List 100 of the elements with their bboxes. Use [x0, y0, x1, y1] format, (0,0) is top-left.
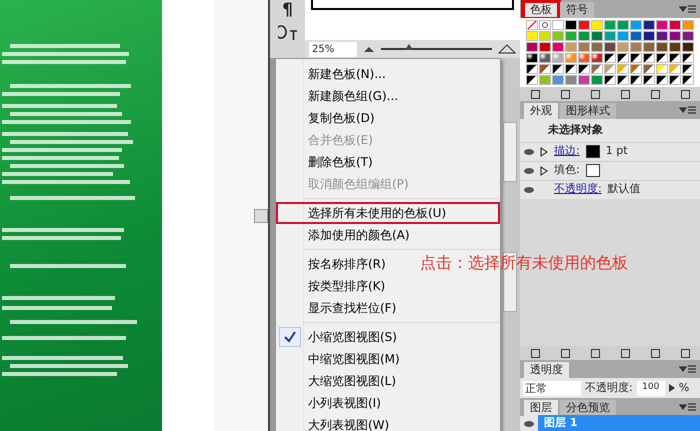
menu-item[interactable]: 大缩览图视图(L)	[308, 372, 396, 390]
color-swatch[interactable]	[539, 64, 551, 74]
color-swatch[interactable]	[617, 42, 629, 52]
color-swatch[interactable]	[682, 64, 694, 74]
color-swatch[interactable]	[539, 20, 551, 30]
color-swatch[interactable]	[578, 53, 590, 63]
color-swatch[interactable]	[656, 75, 668, 85]
zoom-out-icon[interactable]	[363, 45, 375, 53]
stepper-arrow-icon[interactable]	[668, 384, 675, 392]
panel-menu-icon[interactable]	[679, 4, 697, 14]
color-swatch[interactable]	[552, 75, 564, 85]
color-swatch[interactable]	[669, 31, 681, 41]
color-swatch[interactable]	[656, 31, 668, 41]
color-swatch[interactable]	[669, 42, 681, 52]
color-swatch[interactable]	[591, 31, 603, 41]
panel-tab[interactable]: 透明度	[524, 362, 569, 378]
color-swatch[interactable]	[617, 31, 629, 41]
zoom-in-icon[interactable]	[498, 44, 516, 54]
toolbar-icon[interactable]	[620, 348, 630, 358]
toolbar-icon[interactable]	[530, 90, 540, 98]
color-swatch[interactable]	[682, 53, 694, 63]
color-swatch[interactable]	[578, 42, 590, 52]
color-swatch[interactable]	[539, 31, 551, 41]
eye-icon[interactable]	[524, 186, 534, 192]
color-swatch[interactable]	[539, 75, 551, 85]
color-swatch[interactable]	[604, 42, 616, 52]
color-swatch[interactable]	[604, 75, 616, 85]
color-swatch[interactable]	[591, 53, 603, 63]
panel-menu-icon[interactable]	[679, 364, 697, 374]
attribute-link[interactable]: 不透明度:	[554, 181, 602, 198]
color-swatch[interactable]	[682, 75, 694, 85]
menu-item[interactable]: 小缩览图视图(S)	[308, 328, 397, 346]
color-swatch[interactable]	[630, 75, 642, 85]
color-swatch[interactable]	[526, 20, 538, 30]
attribute-link[interactable]: 描边:	[554, 143, 580, 160]
color-swatch[interactable]	[643, 53, 655, 63]
toolbar-icon[interactable]	[530, 348, 540, 358]
color-swatch[interactable]	[656, 53, 668, 63]
color-swatch[interactable]	[617, 20, 629, 30]
menu-item[interactable]: 按名称排序(R)	[308, 255, 386, 273]
color-swatch[interactable]	[565, 53, 577, 63]
color-swatch[interactable]	[552, 64, 564, 74]
panel-tab[interactable]: 符号	[560, 2, 594, 18]
panel-tab[interactable]: 图形样式	[560, 103, 616, 119]
color-swatch[interactable]	[669, 20, 681, 30]
color-swatch[interactable]	[591, 64, 603, 74]
color-swatch[interactable]	[643, 75, 655, 85]
eye-icon[interactable]	[524, 168, 534, 174]
toolbar-icon[interactable]	[680, 90, 690, 98]
color-swatch[interactable]	[552, 42, 564, 52]
color-swatch[interactable]	[669, 75, 681, 85]
color-swatch[interactable]	[565, 42, 577, 52]
color-swatch[interactable]	[578, 75, 590, 85]
color-swatch[interactable]	[552, 20, 564, 30]
toolbar-icon[interactable]	[620, 90, 630, 98]
zoom-field[interactable]: 25%	[309, 42, 357, 56]
panel-tab[interactable]: 图层	[524, 400, 558, 416]
toolbar-icon[interactable]	[650, 90, 660, 98]
eye-icon[interactable]	[524, 148, 534, 154]
slider-thumb[interactable]	[404, 44, 413, 50]
color-swatch[interactable]	[604, 53, 616, 63]
menu-item[interactable]: 复制色板(D)	[308, 109, 375, 127]
toolbar-icon[interactable]	[590, 90, 600, 98]
panel-tab[interactable]: 色板	[524, 2, 558, 18]
color-swatch[interactable]	[643, 64, 655, 74]
color-swatch[interactable]	[565, 75, 577, 85]
color-swatch[interactable]	[539, 53, 551, 63]
color-swatch[interactable]	[604, 64, 616, 74]
color-swatch[interactable]	[682, 42, 694, 52]
color-swatch[interactable]	[526, 75, 538, 85]
color-swatch[interactable]	[526, 31, 538, 41]
color-swatch[interactable]	[630, 31, 642, 41]
color-swatch[interactable]	[669, 53, 681, 63]
menu-item[interactable]: 中缩览图视图(M)	[308, 350, 400, 368]
menu-item[interactable]: 按类型排序(K)	[308, 277, 386, 295]
panel-menu-icon[interactable]	[679, 402, 697, 412]
toolbar-icon[interactable]	[650, 348, 660, 358]
color-swatch[interactable]	[586, 164, 600, 177]
color-swatch[interactable]	[643, 20, 655, 30]
color-swatch[interactable]	[643, 42, 655, 52]
color-swatch[interactable]	[656, 42, 668, 52]
color-swatch[interactable]	[565, 31, 577, 41]
color-swatch[interactable]	[682, 20, 694, 30]
toolbar-icon[interactable]	[560, 90, 570, 98]
paragraph-icon[interactable]: ¶	[282, 2, 293, 19]
menu-item[interactable]: 添加使用的颜色(A)	[308, 226, 410, 244]
menu-item[interactable]: 选择所有未使用的色板(U)	[308, 204, 446, 222]
panel-tab[interactable]: 外观	[524, 103, 558, 119]
panel-menu-icon[interactable]	[679, 105, 697, 115]
scrollbar-thumb[interactable]	[254, 208, 268, 222]
opacity-field[interactable]: 100	[636, 380, 665, 396]
color-swatch[interactable]	[526, 64, 538, 74]
color-swatch[interactable]	[630, 42, 642, 52]
color-swatch[interactable]	[656, 64, 668, 74]
scrollbar[interactable]	[503, 122, 517, 182]
color-swatch[interactable]	[578, 64, 590, 74]
color-swatch[interactable]	[565, 20, 577, 30]
menu-item[interactable]: 显示查找栏位(F)	[308, 299, 396, 317]
color-swatch[interactable]	[578, 31, 590, 41]
color-swatch[interactable]	[526, 53, 538, 63]
